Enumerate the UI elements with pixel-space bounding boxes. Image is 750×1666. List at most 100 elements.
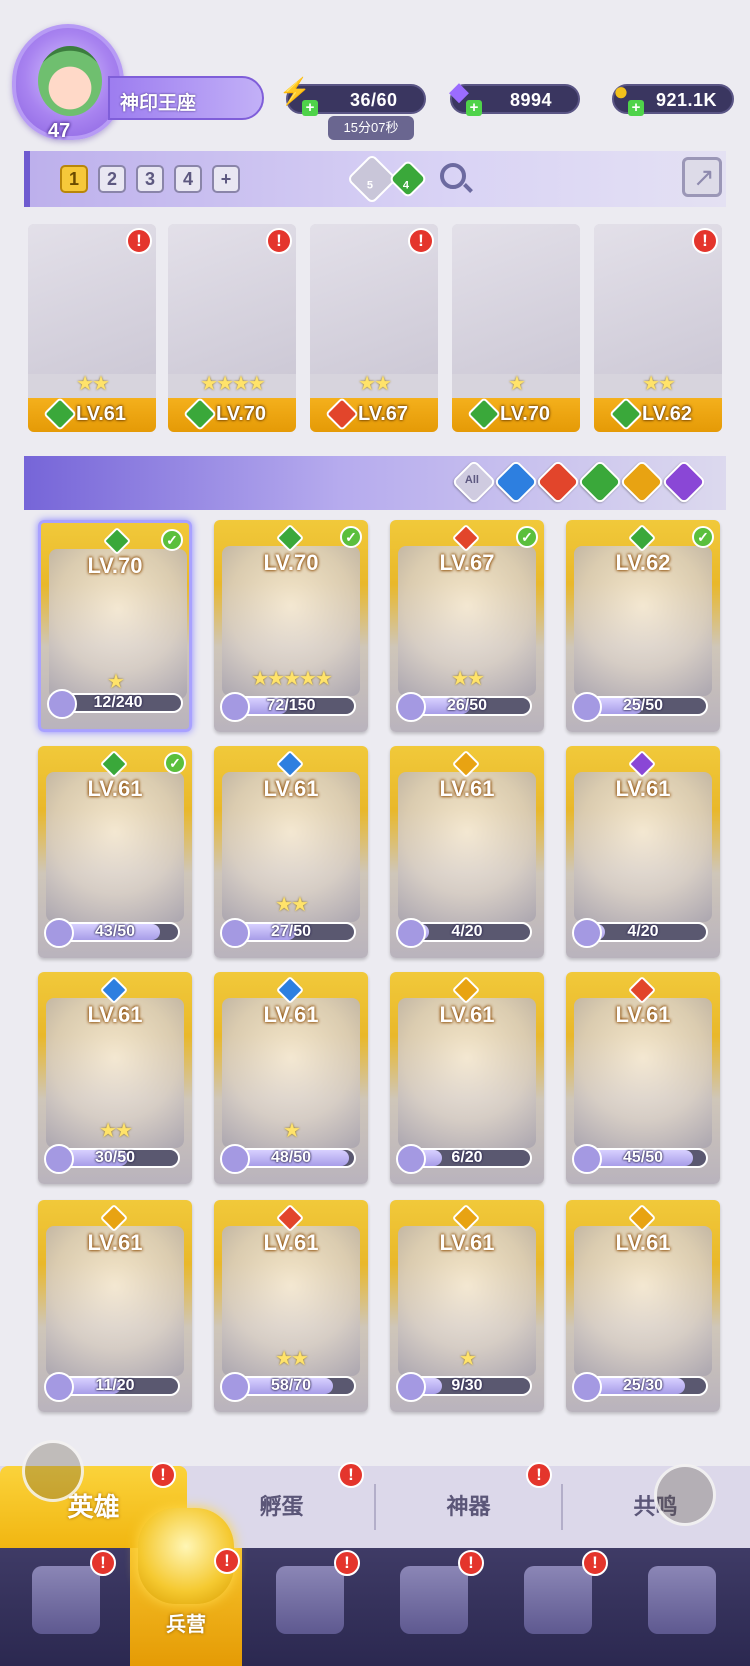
nav-label: 兵营 — [166, 1614, 206, 1636]
team-tab-4[interactable]: 4 — [174, 165, 202, 193]
hero-level: LV.61 — [615, 776, 671, 801]
light-count: 5 — [366, 179, 373, 192]
hero-card[interactable]: LV.61 25/30 — [566, 1200, 720, 1412]
team-hero-card[interactable]: ★★ LV.61 ! — [28, 224, 156, 432]
hero-stars: ★★★★ — [200, 373, 266, 395]
team-selector-bar: 1 2 3 4 + 5 4 — [24, 151, 726, 207]
shard-icon — [396, 1144, 426, 1174]
energy-timer: 15分07秒 — [328, 116, 414, 140]
hero-stars: ★★★★★ — [251, 668, 333, 690]
hero-card[interactable]: LV.61 ★★ 27/50 — [214, 746, 368, 958]
in-team-check-icon: ✓ — [164, 752, 186, 774]
hero-stars: ★ — [283, 1120, 301, 1142]
gold-counter[interactable]: ● + 921.1K — [612, 76, 734, 116]
floating-assist-left[interactable] — [22, 1440, 84, 1502]
hero-stars: ★ — [459, 1348, 477, 1370]
tab-artifacts-alert: ! — [526, 1462, 552, 1488]
team-tab-add[interactable]: + — [212, 165, 240, 193]
cards-icon — [32, 1566, 100, 1634]
hero-level: LV.61 — [439, 1002, 495, 1027]
shard-icon — [396, 918, 426, 948]
search-icon[interactable] — [440, 163, 466, 189]
player-name-plate[interactable]: 神印王座 — [108, 76, 264, 120]
nav-item[interactable]: ! — [248, 1550, 372, 1666]
team-hero-card[interactable]: ★★ LV.67 ! — [310, 224, 438, 432]
nav-alert-badge: ! — [90, 1550, 116, 1576]
hero-stars: ★★ — [451, 668, 485, 690]
hero-level: LV.62 — [615, 550, 671, 575]
filter-all-button[interactable]: All — [451, 459, 497, 505]
hero-card[interactable]: LV.61 ★★ 58/70 — [214, 1200, 368, 1412]
hero-portrait — [452, 224, 580, 374]
hero-card[interactable]: ✓ LV.62 25/50 — [566, 520, 720, 732]
nav-alert-badge: ! — [582, 1550, 608, 1576]
avatar-portrait — [38, 46, 102, 116]
team-hero-card[interactable]: ★★★★ LV.70 ! — [168, 224, 296, 432]
team-hero-card[interactable]: ★★ LV.62 ! — [594, 224, 722, 432]
hero-level: LV.67 — [358, 403, 409, 425]
team-tab-2[interactable]: 2 — [98, 165, 126, 193]
filter-light-icon[interactable] — [619, 459, 665, 505]
shard-icon — [220, 918, 250, 948]
hero-card[interactable]: LV.61 ★ 48/50 — [214, 972, 368, 1184]
filter-dark-icon[interactable] — [661, 459, 707, 505]
hero-card[interactable]: ✓ LV.67 ★★ 26/50 — [390, 520, 544, 732]
nav-item[interactable]: ! — [372, 1550, 496, 1666]
share-icon[interactable] — [682, 157, 722, 197]
hero-card[interactable]: LV.61 ★★ 30/50 — [38, 972, 192, 1184]
hero-level: LV.61 — [615, 1230, 671, 1255]
hero-card[interactable]: LV.61 ★ 9/30 — [390, 1200, 544, 1412]
nav-item[interactable]: ! — [4, 1550, 128, 1666]
hero-stars: ★★ — [275, 894, 309, 916]
hero-alert-badge: ! — [408, 228, 434, 254]
shard-icon — [47, 689, 77, 719]
hero-card[interactable]: LV.61 4/20 — [390, 746, 544, 958]
floating-assist-right[interactable] — [654, 1464, 716, 1526]
in-team-check-icon: ✓ — [516, 526, 538, 548]
add-energy-icon[interactable]: + — [302, 100, 318, 116]
hero-card[interactable]: ✓ LV.61 43/50 — [38, 746, 192, 958]
sub-tab-bar: 英雄 孵蛋 神器 共鸣 ! ! ! — [0, 1462, 750, 1548]
hero-card[interactable]: LV.61 45/50 — [566, 972, 720, 1184]
hero-level: LV.70 — [500, 403, 551, 425]
castle-icon — [400, 1566, 468, 1634]
hero-card[interactable]: LV.61 4/20 — [566, 746, 720, 958]
team-tab-3[interactable]: 3 — [136, 165, 164, 193]
energy-counter[interactable]: ⚡ + 36/60 — [279, 76, 426, 116]
nature-filter-chip[interactable]: 4 — [388, 159, 428, 199]
hero-alert-badge: ! — [126, 228, 152, 254]
team-tab-1[interactable]: 1 — [60, 165, 88, 193]
nav-item[interactable] — [620, 1558, 744, 1666]
filter-fire-icon[interactable] — [535, 459, 581, 505]
nav-item[interactable]: ! — [496, 1550, 620, 1666]
top-status-bar: 47 神印王座 ⚡ + 36/60 15分07秒 ◆ + 8994 ● + 92… — [0, 0, 750, 150]
hero-card[interactable]: ✓ LV.70 ★★★★★ 72/150 — [214, 520, 368, 732]
gem-counter[interactable]: ◆ + 8994 — [449, 76, 580, 116]
shard-icon — [396, 1372, 426, 1402]
add-gems-icon[interactable]: + — [466, 100, 482, 116]
nav-item[interactable]: 兵营 ! — [124, 1508, 248, 1636]
hero-level: LV.70 — [263, 550, 319, 575]
hero-level: LV.61 — [87, 1230, 143, 1255]
hero-stars: ★★ — [76, 373, 110, 395]
filter-water-icon[interactable] — [493, 459, 539, 505]
add-gold-icon[interactable]: + — [628, 100, 644, 116]
hero-card[interactable]: LV.61 11/20 — [38, 1200, 192, 1412]
hero-level: LV.61 — [263, 1230, 319, 1255]
hero-level: LV.61 — [439, 1230, 495, 1255]
hero-card[interactable]: ✓ LV.70 ★ 12/240 — [38, 520, 192, 732]
filter-nature-icon[interactable] — [577, 459, 623, 505]
shard-icon — [44, 1372, 74, 1402]
hero-card[interactable]: LV.61 6/20 — [390, 972, 544, 1184]
shard-icon — [396, 692, 426, 722]
shard-icon — [220, 1372, 250, 1402]
banner-icon — [648, 1566, 716, 1634]
player-level: 47 — [48, 120, 71, 142]
team-hero-card[interactable]: ★ LV.70 — [452, 224, 580, 432]
hero-level: LV.70 — [216, 403, 267, 425]
hero-level: LV.61 — [439, 776, 495, 801]
in-team-check-icon: ✓ — [161, 529, 183, 551]
hero-stars: ★★ — [99, 1120, 133, 1142]
hero-level: LV.67 — [439, 550, 495, 575]
shard-icon — [220, 1144, 250, 1174]
